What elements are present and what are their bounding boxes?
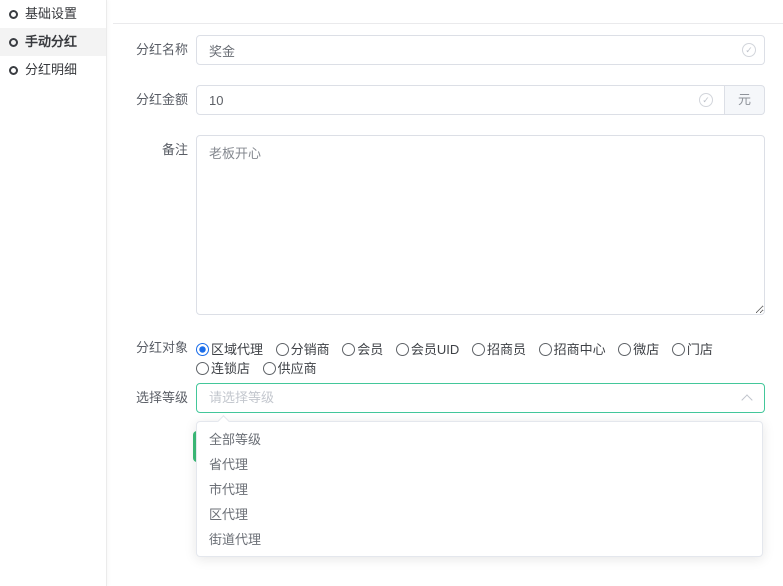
sidebar: 基础设置 手动分红 分红明细 — [0, 0, 107, 586]
amount-unit-addon: 元 — [725, 85, 765, 115]
dividend-amount-input[interactable] — [196, 85, 725, 115]
level-select-label: 选择等级 — [108, 383, 188, 413]
radio-label: 招商员 — [487, 342, 526, 357]
radio-icon[interactable] — [196, 343, 209, 356]
circle-check-icon — [742, 43, 756, 57]
sidebar-item-label: 基础设置 — [25, 6, 77, 21]
radio-icon[interactable] — [263, 362, 276, 375]
dropdown-option[interactable]: 区代理 — [197, 502, 762, 527]
radio-icon[interactable] — [472, 343, 485, 356]
radio-icon[interactable] — [618, 343, 631, 356]
radio-icon[interactable] — [196, 362, 209, 375]
radio-option[interactable]: 门店 — [672, 339, 713, 358]
radio-label: 微店 — [633, 342, 659, 357]
radio-option[interactable]: 区域代理 — [196, 339, 263, 358]
sidebar-item-dividend-detail[interactable]: 分红明细 — [0, 56, 106, 84]
dividend-name-label: 分红名称 — [108, 35, 188, 65]
dividend-target-label: 分红对象 — [108, 340, 188, 356]
radio-label: 招商中心 — [554, 342, 606, 357]
radio-icon[interactable] — [276, 343, 289, 356]
dropdown-option[interactable]: 市代理 — [197, 477, 762, 502]
sidebar-item-label: 分红明细 — [25, 62, 77, 77]
sidebar-item-manual-dividend[interactable]: 手动分红 — [0, 28, 106, 56]
radio-icon[interactable] — [539, 343, 552, 356]
radio-label: 门店 — [687, 342, 713, 357]
circle-icon — [9, 66, 18, 75]
radio-icon[interactable] — [396, 343, 409, 356]
circle-check-icon — [699, 93, 713, 107]
app-root: 基础设置 手动分红 分红明细 分红名称 分红金额 元 备注 老板开心 分红对象 … — [0, 0, 783, 586]
level-select[interactable]: 请选择等级 — [196, 383, 765, 413]
sidebar-item-basic-settings[interactable]: 基础设置 — [0, 0, 106, 28]
radio-label: 连锁店 — [211, 361, 250, 376]
radio-label: 供应商 — [278, 361, 317, 376]
radio-label: 分销商 — [291, 342, 330, 357]
level-dropdown-panel: 全部等级 省代理 市代理 区代理 街道代理 — [196, 421, 763, 557]
radio-option[interactable]: 分销商 — [276, 339, 330, 358]
divider — [113, 23, 783, 24]
radio-option[interactable]: 微店 — [618, 339, 659, 358]
remark-label: 备注 — [108, 141, 188, 159]
dropdown-option[interactable]: 全部等级 — [197, 427, 762, 452]
dropdown-option[interactable]: 街道代理 — [197, 527, 762, 552]
level-select-placeholder: 请选择等级 — [197, 384, 764, 412]
dropdown-option[interactable]: 省代理 — [197, 452, 762, 477]
radio-option[interactable]: 会员UID — [396, 339, 459, 358]
radio-option[interactable]: 会员 — [342, 339, 383, 358]
circle-icon — [9, 38, 18, 47]
dividend-target-radio-group: 区域代理 分销商 会员 会员UID 招商员 招商中心 微店 门店 连锁店 供应商 — [196, 339, 756, 377]
radio-label: 会员UID — [411, 342, 459, 357]
sidebar-item-label: 手动分红 — [25, 34, 77, 49]
radio-label: 会员 — [357, 342, 383, 357]
dividend-amount-label: 分红金额 — [108, 85, 188, 115]
radio-option[interactable]: 招商员 — [472, 339, 526, 358]
radio-icon[interactable] — [672, 343, 685, 356]
radio-label: 区域代理 — [211, 342, 263, 357]
radio-icon[interactable] — [342, 343, 355, 356]
remark-textarea[interactable]: 老板开心 — [196, 135, 765, 315]
radio-option[interactable]: 连锁店 — [196, 358, 250, 377]
radio-option[interactable]: 招商中心 — [539, 339, 606, 358]
radio-option[interactable]: 供应商 — [263, 358, 317, 377]
dividend-name-input[interactable] — [196, 35, 765, 65]
dividend-amount-group: 元 — [196, 85, 765, 115]
circle-icon — [9, 10, 18, 19]
